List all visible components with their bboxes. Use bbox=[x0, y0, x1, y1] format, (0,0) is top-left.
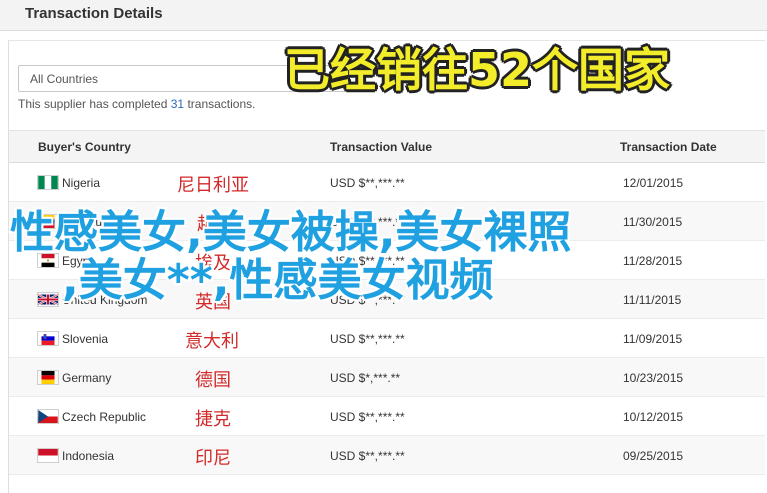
slovenia-flag-icon bbox=[37, 331, 59, 346]
transaction-count: 31 bbox=[170, 97, 185, 111]
table-header: Buyer's Country Transaction Value Transa… bbox=[9, 130, 765, 163]
row-date: 11/11/2015 bbox=[623, 293, 682, 307]
title-bar: Transaction Details bbox=[0, 0, 767, 31]
czech-flag-icon bbox=[37, 409, 59, 424]
row-date: 09/25/2015 bbox=[623, 449, 684, 463]
uk-flag-icon bbox=[37, 292, 59, 307]
row-country-cn: 印尼 bbox=[195, 448, 231, 469]
page-title: Transaction Details bbox=[25, 5, 163, 22]
country-filter-value: All Countries bbox=[30, 72, 99, 86]
row-date: 11/28/2015 bbox=[623, 254, 683, 268]
row-country-cn: 捷克 bbox=[195, 409, 231, 430]
row-date: 11/09/2015 bbox=[623, 332, 683, 346]
col-buyers-country[interactable]: Buyer's Country bbox=[38, 140, 131, 154]
table-row: Indonesia 印尼 USD $**,***.** 09/25/2015 bbox=[9, 436, 765, 475]
row-country: Czech Republic bbox=[62, 410, 147, 424]
row-country: Slovenia bbox=[62, 332, 109, 346]
row-country-cn: 意大利 bbox=[185, 331, 239, 352]
row-value: USD $**,***.** bbox=[330, 176, 405, 190]
table-row: Slovenia 意大利 USD $**,***.** 11/09/2015 bbox=[9, 319, 765, 358]
row-country: Indonesia bbox=[62, 449, 115, 463]
row-date: 12/01/2015 bbox=[623, 176, 684, 190]
overlay-yellow-banner: 已经销往52个国家 bbox=[284, 43, 671, 97]
row-country: Nigeria bbox=[62, 176, 101, 190]
row-value: USD $**,***.** bbox=[330, 332, 405, 346]
row-date: 11/30/2015 bbox=[623, 215, 683, 229]
indonesia-flag-icon bbox=[37, 448, 59, 463]
overlay-banner-line2: ,美女**,性感美女视频 bbox=[62, 255, 494, 306]
row-value: USD $**,***.** bbox=[330, 410, 405, 424]
row-value: USD $**,***.** bbox=[330, 449, 405, 463]
col-transaction-date[interactable]: Transaction Date bbox=[620, 140, 717, 154]
row-date: 10/23/2015 bbox=[623, 371, 684, 385]
table-row: Czech Republic 捷克 USD $**,***.** 10/12/2… bbox=[9, 397, 765, 436]
row-value: USD $*,***.** bbox=[330, 371, 401, 385]
nigeria-flag-icon bbox=[37, 175, 59, 190]
germany-flag-icon bbox=[37, 370, 59, 385]
row-country-cn: 德国 bbox=[195, 370, 231, 391]
row-country: Germany bbox=[62, 371, 112, 385]
col-transaction-value[interactable]: Transaction Value bbox=[330, 140, 432, 154]
row-country-cn: 尼日利亚 bbox=[177, 175, 249, 196]
transaction-summary: This supplier has completed 31 transacti… bbox=[18, 97, 256, 111]
table-row: Germany 德国 USD $*,***.** 10/23/2015 bbox=[9, 358, 765, 397]
row-date: 10/12/2015 bbox=[623, 410, 684, 424]
